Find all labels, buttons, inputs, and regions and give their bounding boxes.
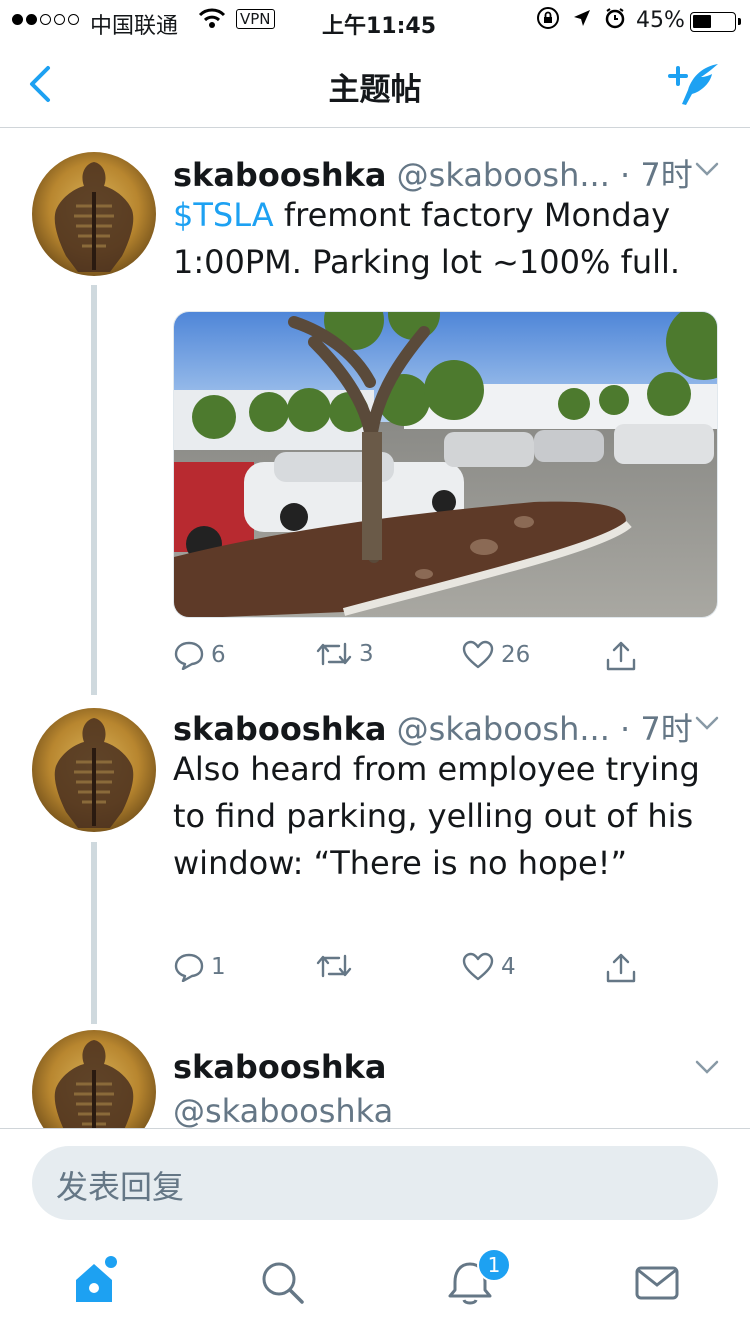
- tweet-header: skabooshka: [173, 1048, 733, 1088]
- tweet-text: $TSLA fremont factory Monday 1:00PM. Par…: [173, 192, 718, 286]
- tweet[interactable]: skabooshka @skaboosh... · 7时 Also heard …: [0, 698, 750, 1028]
- home-icon: [76, 1256, 117, 1302]
- author-name[interactable]: skabooshka: [173, 156, 387, 194]
- avatar[interactable]: [32, 1030, 156, 1128]
- author-handle[interactable]: @skaboosh...: [397, 710, 610, 748]
- status-icons: [536, 6, 626, 30]
- author-handle[interactable]: @skabooshka: [173, 1092, 393, 1128]
- tweet[interactable]: skabooshka @skabooshka: [0, 1028, 750, 1128]
- tweet-photo[interactable]: [173, 311, 718, 618]
- battery-icon: [690, 12, 741, 32]
- carrier-name: 中国联通: [90, 14, 179, 39]
- heart-icon: [462, 952, 494, 981]
- tweet-header: skabooshka @skaboosh... · 7时: [173, 150, 733, 194]
- reply-button[interactable]: 1: [173, 952, 226, 982]
- retweet-icon: [316, 954, 352, 978]
- navigation-bar: 主题帖: [0, 42, 750, 128]
- share-button[interactable]: [605, 952, 637, 984]
- avatar[interactable]: [32, 152, 156, 276]
- tab-messages[interactable]: [627, 1252, 687, 1312]
- notification-badge: 1: [477, 1248, 511, 1282]
- author-name[interactable]: skabooshka: [173, 1048, 387, 1086]
- reply-icon: [174, 953, 204, 982]
- retweet-icon: [316, 642, 352, 666]
- like-button[interactable]: 26: [461, 640, 530, 670]
- reply-count: 1: [211, 954, 226, 980]
- avatar[interactable]: [32, 708, 156, 832]
- signal-strength-icon: [12, 14, 79, 25]
- reply-count: 6: [211, 642, 226, 668]
- page-title: 主题帖: [328, 72, 422, 108]
- status-time: 上午11:45: [322, 14, 437, 39]
- battery-percentage: 45%: [636, 8, 685, 33]
- tweet-time: · 7时: [620, 710, 693, 748]
- share-icon: [606, 953, 636, 983]
- reply-button[interactable]: 6: [173, 640, 226, 670]
- heart-icon: [462, 640, 494, 669]
- tab-bar: [0, 1228, 750, 1334]
- vpn-indicator: VPN: [236, 9, 275, 29]
- compose-tweet-icon: [668, 64, 718, 105]
- author-name[interactable]: skabooshka: [173, 710, 387, 748]
- status-bar: 中国联通 VPN 上午11:45 45%: [0, 0, 750, 42]
- retweet-count: 3: [359, 641, 374, 667]
- search-icon: [262, 1262, 304, 1304]
- handle-row: @skabooshka: [173, 1092, 733, 1128]
- share-icon: [606, 641, 636, 671]
- orientation-lock-icon: [537, 7, 559, 29]
- reply-icon: [174, 641, 204, 670]
- messages-icon: [635, 1266, 679, 1300]
- tab-home[interactable]: [66, 1252, 126, 1312]
- thread-line: [91, 842, 97, 1024]
- location-arrow-icon: [574, 10, 590, 26]
- author-handle[interactable]: @skaboosh...: [397, 156, 610, 194]
- retweet-button[interactable]: 3: [315, 640, 374, 668]
- reply-input[interactable]: 发表回复: [32, 1146, 718, 1220]
- alarm-icon: [605, 8, 625, 29]
- tab-search[interactable]: [252, 1252, 312, 1312]
- retweet-button[interactable]: [315, 952, 359, 980]
- tweet-text: Also heard from employee trying to find …: [173, 750, 700, 882]
- share-button[interactable]: [605, 640, 637, 672]
- like-button[interactable]: 4: [461, 952, 516, 982]
- thread-line: [91, 285, 97, 695]
- cashtag-link[interactable]: $TSLA: [173, 196, 274, 234]
- tweet-actions: 1 4: [173, 952, 733, 992]
- tweet-header: skabooshka @skaboosh... · 7时: [173, 704, 733, 748]
- chevron-down-icon[interactable]: [693, 158, 721, 180]
- like-count: 26: [501, 642, 531, 668]
- wifi-icon: [198, 6, 226, 36]
- reply-bar: 发表回复: [0, 1128, 750, 1228]
- compose-button[interactable]: [666, 60, 722, 110]
- like-count: 4: [501, 954, 516, 980]
- chevron-down-icon[interactable]: [693, 712, 721, 734]
- tweet-time: · 7时: [620, 156, 693, 194]
- chevron-down-icon[interactable]: [693, 1056, 721, 1078]
- tweet-actions: 6 3 26: [173, 640, 733, 680]
- tweet[interactable]: skabooshka @skaboosh... · 7时 $TSLA fremo…: [0, 128, 750, 698]
